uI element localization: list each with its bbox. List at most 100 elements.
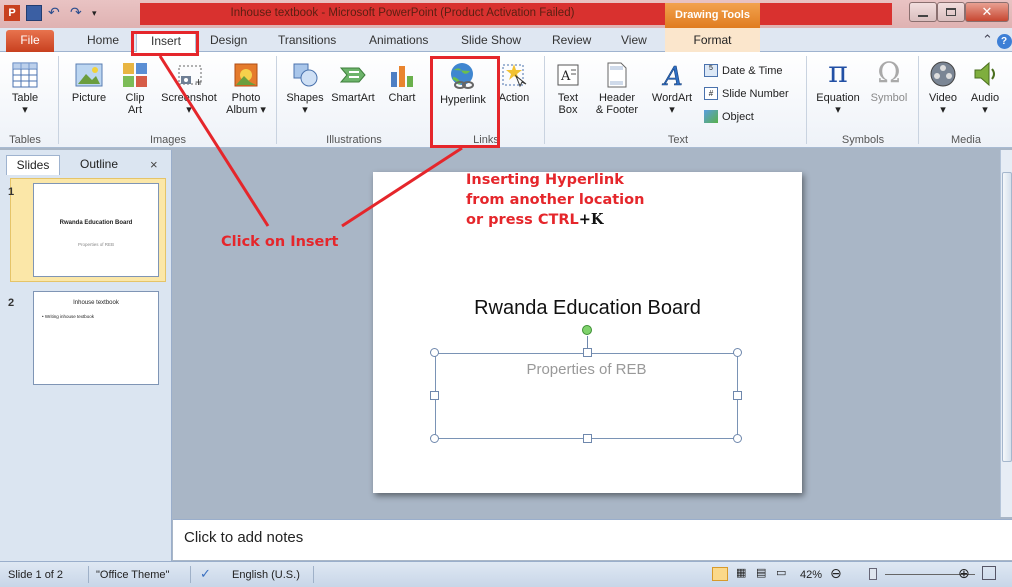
smartart-button[interactable]: SmartArt <box>328 62 378 104</box>
photo-album-button[interactable]: Photo Album ▾ <box>222 62 270 116</box>
photo-album-label-2: Album <box>226 104 258 116</box>
symbol-button[interactable]: Ω Symbol <box>866 58 912 105</box>
quick-access-toolbar: P ↶ ↷ ▾ <box>4 5 108 21</box>
fit-to-window-icon[interactable] <box>982 566 996 580</box>
tab-review[interactable]: Review <box>552 33 591 47</box>
scrollbar-thumb[interactable] <box>1002 172 1012 462</box>
powerpoint-app-icon[interactable]: P <box>4 5 20 21</box>
title-bar: P ↶ ↷ ▾ Inhouse textbook - Microsoft Pow… <box>0 0 1012 28</box>
slideshow-view-icon[interactable]: ▭ <box>776 566 786 579</box>
slide-number-1: 1 <box>8 186 15 198</box>
resize-handle[interactable] <box>430 348 439 357</box>
photo-album-icon <box>234 63 258 87</box>
slide-sorter-icon[interactable]: ▦ <box>736 566 746 579</box>
resize-handle[interactable] <box>583 348 592 357</box>
dropdown-arrow-icon: ▾ <box>982 104 988 116</box>
minimize-button[interactable] <box>909 2 937 22</box>
reading-view-icon[interactable]: ▤ <box>756 566 766 579</box>
resize-handle[interactable] <box>430 434 439 443</box>
slide-subtitle: Properties of REB <box>526 361 647 378</box>
slide-title[interactable]: Rwanda Education Board <box>373 297 802 320</box>
svg-text:A: A <box>560 69 571 84</box>
tab-animations[interactable]: Animations <box>369 33 428 47</box>
equation-label: Equation <box>816 92 860 104</box>
text-box-label-2: Box <box>558 104 578 116</box>
shapes-button[interactable]: Shapes ▾ <box>284 62 326 116</box>
tab-outline[interactable]: Outline <box>80 157 118 171</box>
normal-view-icon[interactable] <box>712 567 728 581</box>
group-separator <box>544 56 545 144</box>
minimize-icon <box>918 15 928 17</box>
group-text: Text <box>667 134 689 146</box>
audio-label: Audio <box>970 92 1000 104</box>
save-icon[interactable] <box>26 5 42 21</box>
vertical-scrollbar[interactable] <box>1000 150 1012 517</box>
header-footer-button[interactable]: Header & Footer <box>592 62 642 116</box>
group-illustrations: Illustrations <box>326 134 382 146</box>
customize-qat-icon[interactable]: ▾ <box>92 5 108 21</box>
picture-label: Picture <box>71 92 107 104</box>
picture-button[interactable]: Picture <box>66 62 112 104</box>
subtitle-placeholder[interactable]: Properties of REB <box>435 353 738 439</box>
date-time-button[interactable]: 5 Date & Time <box>704 64 783 77</box>
tab-slide-show[interactable]: Slide Show <box>461 33 521 47</box>
slide-thumbnail-1[interactable]: Rwanda Education Board Properties of REB <box>33 183 159 277</box>
zoom-slider-knob[interactable] <box>869 568 877 580</box>
equation-button[interactable]: π Equation ▾ <box>812 58 864 117</box>
video-button[interactable]: Video ▾ <box>924 60 962 116</box>
language[interactable]: English (U.S.) <box>232 569 300 581</box>
resize-handle[interactable] <box>430 391 439 400</box>
dropdown-arrow-icon: ▾ <box>186 104 192 116</box>
minimize-ribbon-icon[interactable]: ⌃ <box>982 32 993 47</box>
resize-handle[interactable] <box>733 391 742 400</box>
redo-icon[interactable]: ↷ <box>70 5 86 21</box>
slide-number-2: 2 <box>8 297 15 309</box>
resize-handle[interactable] <box>733 348 742 357</box>
text-box-icon: A <box>557 64 579 86</box>
object-button[interactable]: Object <box>704 110 754 123</box>
zoom-level[interactable]: 42% <box>800 569 822 581</box>
thumb-title: Rwanda Education Board <box>59 220 133 226</box>
text-box-button[interactable]: A Text Box <box>550 62 586 116</box>
tab-home[interactable]: Home <box>87 33 119 47</box>
chart-button[interactable]: Chart <box>382 62 422 104</box>
wordart-button[interactable]: A WordArt ▾ <box>646 62 698 116</box>
wordart-label: WordArt <box>651 92 693 104</box>
tab-design[interactable]: Design <box>210 33 247 47</box>
tab-slides[interactable]: Slides <box>6 155 60 175</box>
slide-thumbnail-2[interactable]: Inhouse textbook • Writing inhouse textb… <box>33 291 159 385</box>
video-icon <box>930 61 956 87</box>
symbol-label: Symbol <box>870 92 908 104</box>
undo-icon[interactable]: ↶ <box>48 5 64 21</box>
svg-text:+: + <box>195 75 202 88</box>
zoom-in-icon[interactable]: ⊕ <box>958 565 970 582</box>
close-button[interactable]: ✕ <box>965 2 1009 22</box>
rotation-handle[interactable] <box>582 325 592 335</box>
text-box-label-1: Text <box>557 92 579 104</box>
object-label: Object <box>722 110 754 123</box>
insert-highlight-box <box>131 31 199 56</box>
tab-view[interactable]: View <box>621 33 647 47</box>
resize-handle[interactable] <box>583 434 592 443</box>
maximize-button[interactable] <box>937 2 965 22</box>
clip-art-button[interactable]: Clip Art <box>118 62 152 116</box>
slide-info: Slide 1 of 2 <box>8 569 64 581</box>
table-button[interactable]: Table ▾ <box>8 62 42 116</box>
slide-number-button[interactable]: # Slide Number <box>704 87 789 100</box>
theme-name[interactable]: "Office Theme" <box>96 569 169 581</box>
tab-transitions[interactable]: Transitions <box>278 33 336 47</box>
audio-button[interactable]: Audio ▾ <box>966 60 1004 116</box>
zoom-out-icon[interactable]: ⊖ <box>830 565 842 582</box>
action-icon <box>502 64 527 88</box>
resize-handle[interactable] <box>733 434 742 443</box>
screenshot-button[interactable]: + Screenshot ▾ <box>160 62 218 116</box>
close-pane-icon[interactable]: × <box>150 157 158 172</box>
help-icon[interactable]: ? <box>996 34 1012 49</box>
notes-pane[interactable]: Click to add notes <box>173 519 1012 560</box>
annotation-line-1: Inserting Hyperlink <box>466 172 624 188</box>
spell-check-icon[interactable]: ✓ <box>200 566 211 582</box>
status-bar: Slide 1 of 2 "Office Theme" ✓ English (U… <box>0 561 1012 587</box>
tab-file[interactable]: File <box>6 30 54 52</box>
action-button[interactable]: Action <box>494 62 534 104</box>
tab-format[interactable]: Format <box>665 28 760 52</box>
